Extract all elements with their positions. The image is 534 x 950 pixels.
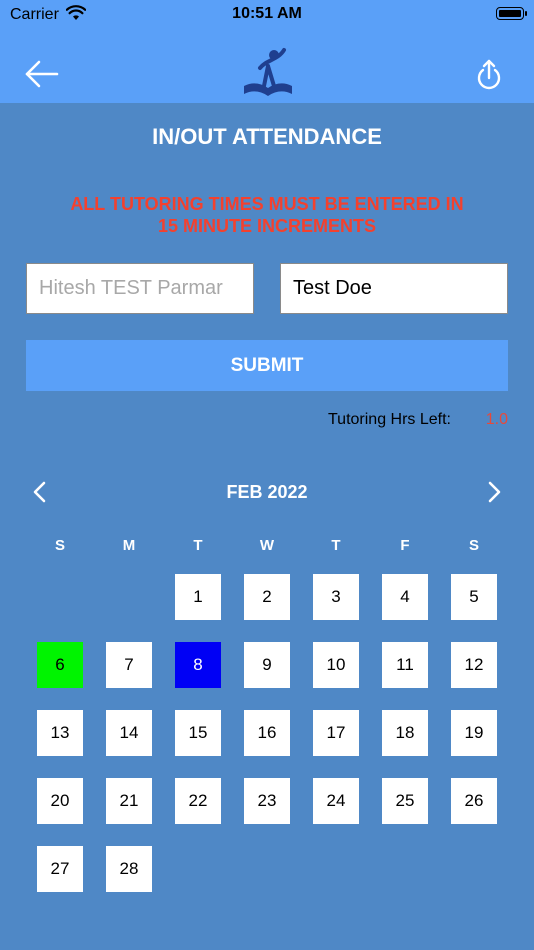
weekday-label: T [193,537,203,554]
calendar-day-17[interactable]: 17 [313,710,359,756]
warning-line-2: 15 MINUTE INCREMENTS [157,216,377,236]
calendar-day-26[interactable]: 26 [451,778,497,824]
warning-line-1: ALL TUTORING TIMES MUST BE ENTERED IN [70,194,464,214]
calendar-day-5[interactable]: 5 [451,574,497,620]
calendar-day-3[interactable]: 3 [313,574,359,620]
nav-bar [0,30,534,103]
weekday-label: S [468,537,479,554]
calendar-day-23[interactable]: 23 [244,778,290,824]
calendar-day-22[interactable]: 22 [175,778,221,824]
calendar-day-27[interactable]: 27 [37,846,83,892]
calendar-day-2[interactable]: 2 [244,574,290,620]
calendar-day-19[interactable]: 19 [451,710,497,756]
calendar-day-4[interactable]: 4 [382,574,428,620]
tutor-name-field[interactable] [26,263,254,314]
calendar-day-28[interactable]: 28 [106,846,152,892]
tutoring-hrs-value: 1.0 [485,411,508,428]
calendar-day-13[interactable]: 13 [37,710,83,756]
page-title: IN/OUT ATTENDANCE [152,124,382,149]
weekday-label: W [259,537,275,554]
calendar-day-1[interactable]: 1 [175,574,221,620]
back-arrow-icon[interactable] [24,58,60,90]
calendar-day-24[interactable]: 24 [313,778,359,824]
weekday-label: F [400,537,410,554]
weekday-label: T [331,537,341,554]
calendar-day-14[interactable]: 14 [106,710,152,756]
chevron-right-icon[interactable] [484,480,504,504]
increment-warning: ALL TUTORING TIMES MUST BE ENTERED IN 15… [40,193,494,237]
calendar-day-15[interactable]: 15 [175,710,221,756]
weekday-label: S [54,537,65,554]
calendar-day-16[interactable]: 16 [244,710,290,756]
calendar-day-7[interactable]: 7 [106,642,152,688]
calendar-day-6[interactable]: 6 [37,642,83,688]
status-bar: Carrier 10:51 AM [0,0,534,30]
calendar-day-11[interactable]: 11 [382,642,428,688]
tutoring-hrs-label: Tutoring Hrs Left: [327,411,451,428]
app-logo-icon [244,48,292,96]
calendar-day-9[interactable]: 9 [244,642,290,688]
calendar-day-10[interactable]: 10 [313,642,359,688]
calendar-day-12[interactable]: 12 [451,642,497,688]
calendar-day-8[interactable]: 8 [175,642,221,688]
share-icon[interactable] [474,58,504,90]
calendar-day-20[interactable]: 20 [37,778,83,824]
calendar-day-25[interactable]: 25 [382,778,428,824]
submit-button[interactable]: SUBMIT [26,340,508,391]
calendar-month-label: FEB 2022 [226,482,308,502]
calendar-day-21[interactable]: 21 [106,778,152,824]
student-name-field[interactable] [280,263,508,314]
battery-icon [496,7,527,20]
weekday-label: M [122,537,136,554]
calendar-day-18[interactable]: 18 [382,710,428,756]
status-time: 10:51 AM [232,5,302,22]
